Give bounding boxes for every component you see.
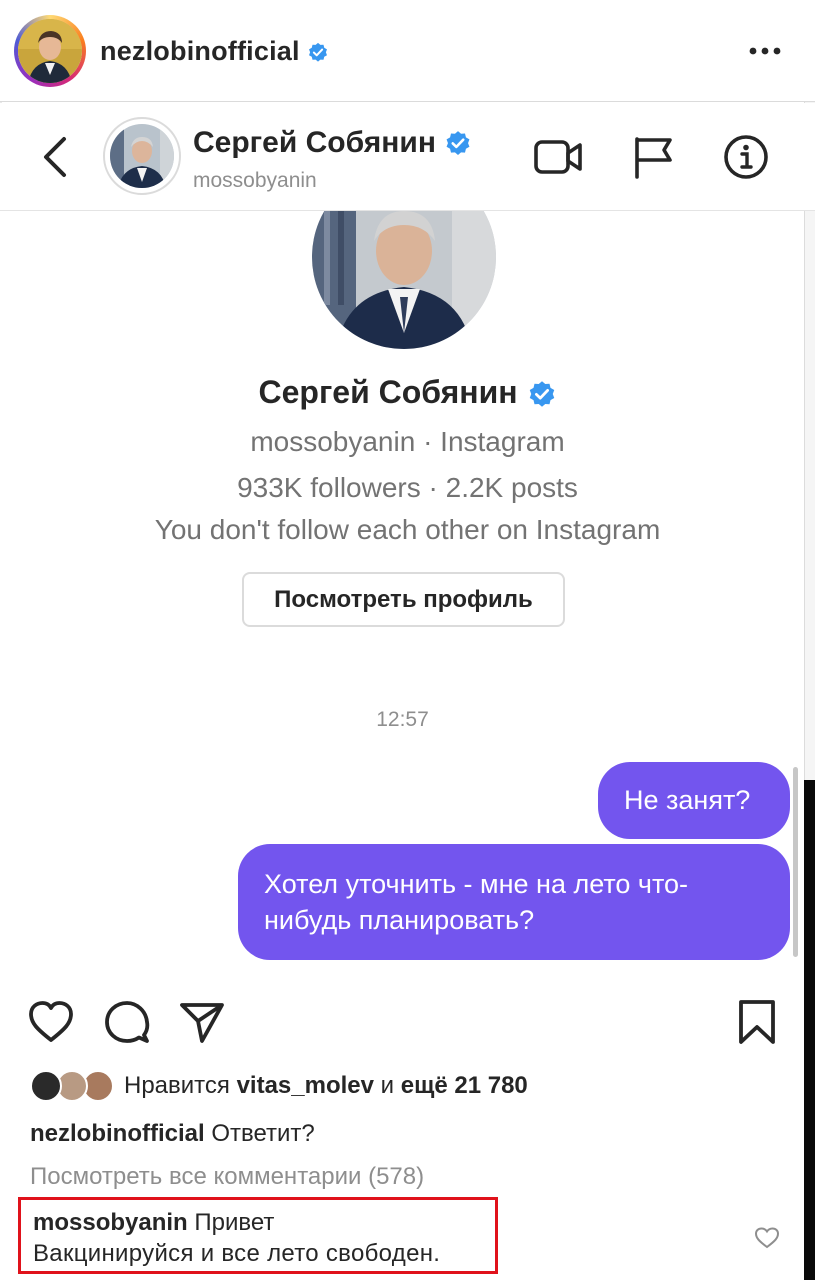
likes-user[interactable]: vitas_molev	[237, 1072, 374, 1099]
verified-badge-icon	[446, 131, 470, 156]
comment-username[interactable]: mossobyanin	[33, 1209, 188, 1236]
send-icon[interactable]	[178, 998, 226, 1046]
post-username-text: nezlobinofficial	[100, 36, 300, 66]
video-camera-icon[interactable]	[533, 133, 585, 181]
profile-card-name-text: Сергей Собянин	[258, 374, 518, 410]
profile-card-name: Сергей Собянин	[0, 374, 815, 411]
info-icon[interactable]	[720, 133, 772, 181]
comment-heart-icon[interactable]	[754, 1226, 780, 1250]
flag-icon[interactable]	[628, 133, 680, 181]
likes-conjunction: и	[380, 1072, 395, 1099]
dm-contact-name[interactable]: Сергей Собянин	[193, 126, 472, 160]
conversation: Сергей Собянин mossobyanin · Instagram 9…	[0, 211, 804, 987]
comment-icon[interactable]	[103, 998, 151, 1046]
post-caption: nezlobinofficial Ответит?	[30, 1120, 315, 1148]
post-header: nezlobinofficial	[0, 0, 815, 102]
verified-badge-icon	[309, 42, 328, 62]
likes-prefix: Нравится	[124, 1072, 230, 1099]
post-actions	[0, 990, 804, 1054]
profile-card-subtitle: mossobyanin · Instagram	[250, 426, 565, 457]
dm-contact-handle: mossobyanin	[193, 169, 317, 192]
dm-contact-name-text: Сергей Собянин	[193, 126, 436, 159]
profile-card-stats: 933K followers · 2.2K posts	[237, 472, 578, 503]
likes-text: Нравится vitas_molev и ещё 21 780	[124, 1072, 528, 1100]
dm-header: Сергей Собянин mossobyanin	[0, 103, 815, 211]
avatar-photo	[18, 19, 82, 83]
scrollbar[interactable]	[793, 767, 798, 957]
message-timestamp: 12:57	[376, 708, 429, 731]
post-username[interactable]: nezlobinofficial	[100, 36, 329, 67]
avatar-photo	[110, 124, 174, 188]
bookmark-icon[interactable]	[733, 998, 781, 1046]
more-horizontal-icon[interactable]	[748, 38, 782, 64]
view-all-comments-link[interactable]: Посмотреть все комментарии (578)	[30, 1163, 424, 1191]
heart-icon[interactable]	[27, 998, 75, 1046]
comment-line: mossobyanin Привет	[33, 1209, 274, 1237]
message-bubble[interactable]: Хотел уточнить - мне на лето что-нибудь …	[238, 844, 790, 960]
post-author-avatar[interactable]	[14, 15, 86, 87]
liker-avatar	[30, 1070, 62, 1102]
likes-count[interactable]: ещё 21 780	[401, 1072, 528, 1099]
comment-text: Привет	[194, 1209, 275, 1236]
likers-avatars	[30, 1068, 120, 1104]
avatar-photo	[312, 211, 496, 349]
dm-contact-avatar[interactable]	[103, 117, 181, 195]
profile-card-avatar[interactable]	[312, 211, 496, 350]
view-profile-button[interactable]: Посмотреть профиль	[242, 572, 565, 627]
verified-badge-icon	[529, 380, 554, 407]
caption-text: Ответит?	[211, 1120, 315, 1147]
comment-text-line2: Вакцинируйся и все лето свободен.	[33, 1240, 441, 1267]
highlighted-comment: mossobyanin Привет Вакцинируйся и все ле…	[18, 1197, 498, 1274]
chevron-left-icon[interactable]	[36, 133, 76, 181]
profile-card-follow-status: You don't follow each other on Instagram	[154, 514, 661, 545]
likes-row[interactable]: Нравится vitas_molev и ещё 21 780	[30, 1068, 790, 1104]
message-bubble[interactable]: Не занят?	[598, 762, 790, 839]
caption-username[interactable]: nezlobinofficial	[30, 1120, 205, 1147]
